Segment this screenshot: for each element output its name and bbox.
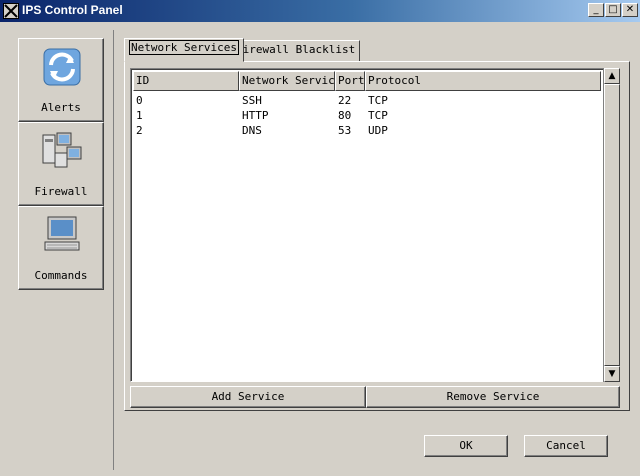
- sidebar-item-firewall[interactable]: Firewall: [18, 122, 104, 206]
- sidebar-item-commands[interactable]: Commands: [18, 206, 104, 290]
- cell-protocol: TCP: [368, 94, 388, 107]
- cell-service: DNS: [242, 124, 262, 137]
- sidebar-item-label: Firewall: [34, 185, 88, 198]
- column-header-network-service[interactable]: Network Service: [239, 71, 335, 91]
- close-button[interactable]: ✕: [622, 3, 638, 17]
- cell-id: 2: [136, 124, 143, 137]
- cell-id: 0: [136, 94, 143, 107]
- app-icon: [3, 3, 19, 19]
- add-service-button[interactable]: Add Service: [130, 386, 366, 408]
- sidebar-item-label: Commands: [34, 269, 88, 282]
- scroll-up-icon[interactable]: ▲: [604, 68, 620, 84]
- column-header-id[interactable]: ID: [133, 71, 239, 91]
- remove-service-button[interactable]: Remove Service: [366, 386, 620, 408]
- window-title: IPS Control Panel: [22, 3, 123, 17]
- minimize-button[interactable]: _: [588, 3, 604, 17]
- cell-port: 22: [338, 94, 352, 107]
- cell-port: 80: [338, 109, 352, 122]
- scroll-down-icon[interactable]: ▼: [604, 366, 620, 382]
- cell-service: HTTP: [242, 109, 269, 122]
- refresh-arrows-icon: [43, 48, 81, 86]
- tab-firewall-blacklist[interactable]: Firewall Blacklist: [231, 40, 361, 62]
- cell-service: SSH: [242, 94, 262, 107]
- sidebar-item-alerts[interactable]: Alerts: [18, 38, 104, 122]
- cell-port: 53: [338, 124, 352, 137]
- column-header-protocol[interactable]: Protocol: [365, 71, 601, 91]
- sidebar-item-label: Alerts: [41, 101, 81, 114]
- vertical-scrollbar[interactable]: ▲ ▼: [603, 68, 620, 382]
- column-header-port[interactable]: Port: [335, 71, 365, 91]
- network-computers-icon: [42, 132, 82, 168]
- sidebar: Alerts Firewall Commands: [12, 30, 114, 470]
- scroll-thumb[interactable]: [604, 84, 620, 366]
- services-table: ID Network Service Port Protocol 0 SSH 2…: [130, 68, 620, 382]
- cell-protocol: UDP: [368, 124, 388, 137]
- ok-button[interactable]: OK: [424, 435, 508, 457]
- maximize-button[interactable]: □: [605, 3, 621, 17]
- tab-network-services[interactable]: Network Services: [124, 38, 244, 62]
- title-bar[interactable]: IPS Control Panel _ □ ✕: [0, 0, 640, 22]
- cancel-button[interactable]: Cancel: [524, 435, 608, 457]
- tab-label: Firewall Blacklist: [236, 43, 356, 56]
- tab-label: Network Services: [129, 40, 239, 55]
- cell-id: 1: [136, 109, 143, 122]
- computer-terminal-icon: [44, 216, 80, 251]
- cell-protocol: TCP: [368, 109, 388, 122]
